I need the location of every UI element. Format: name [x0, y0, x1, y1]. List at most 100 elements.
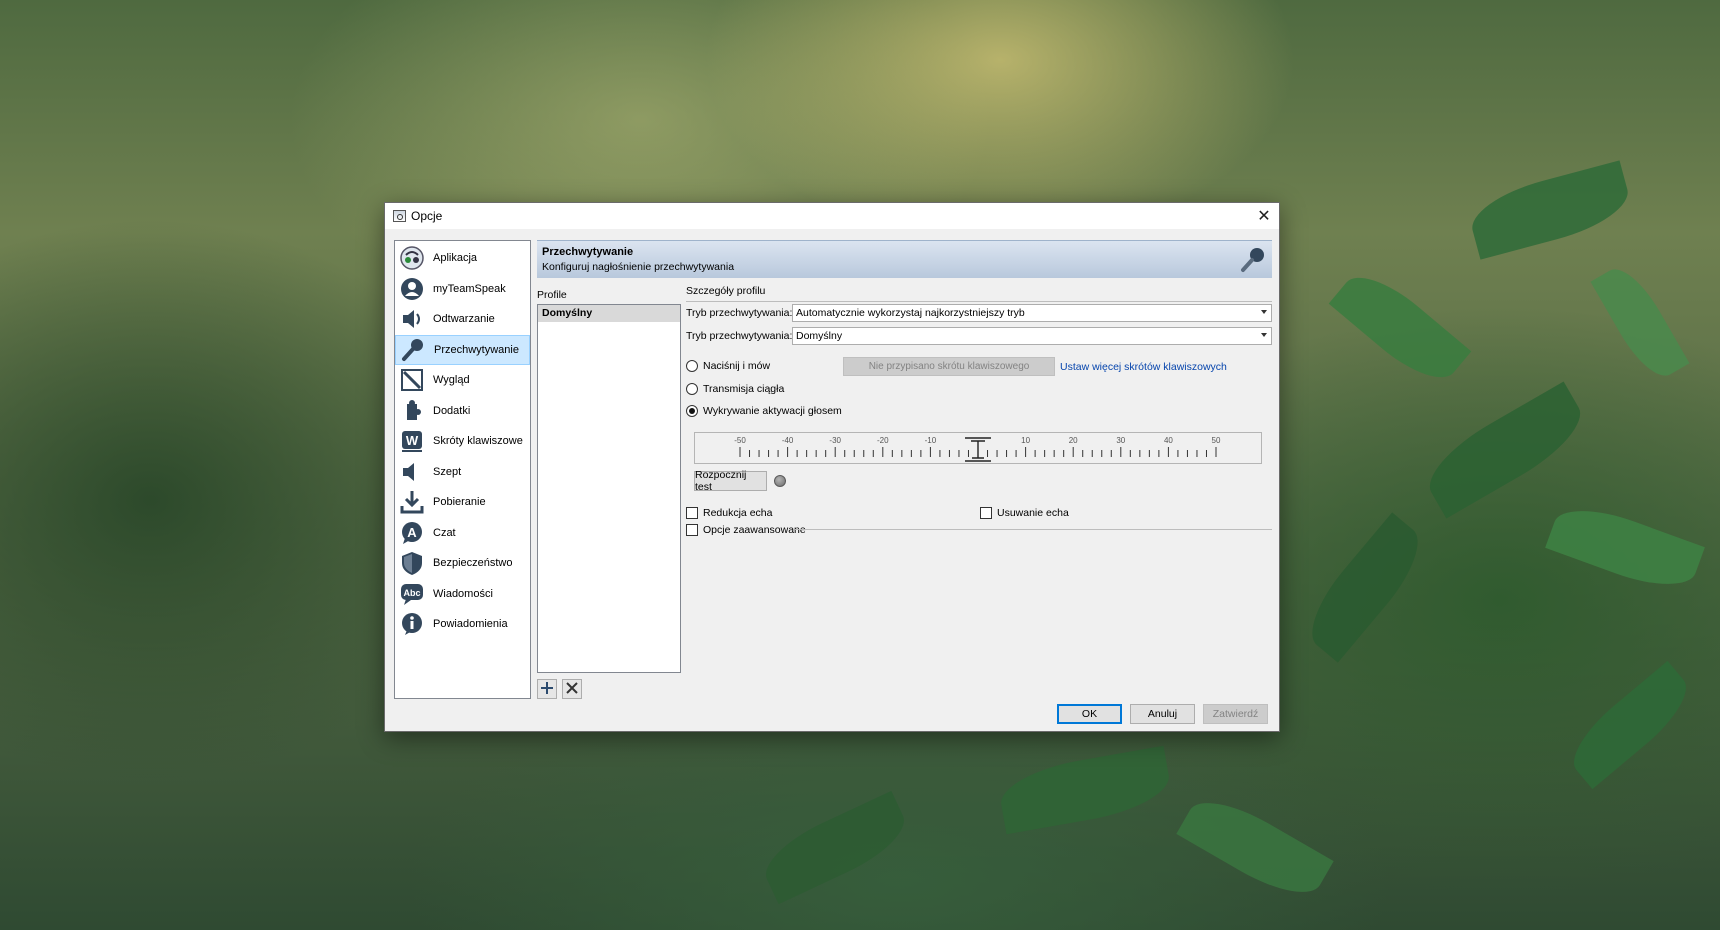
divider [795, 529, 1272, 530]
microphone-icon [1238, 246, 1266, 277]
category-nav: Aplikacja myTeamSpeak Odtwarzanie Przech… [394, 240, 531, 699]
checkbox[interactable] [686, 524, 698, 536]
info-icon [399, 611, 425, 637]
advanced-options-checkbox[interactable]: Opcje zaawansowane [686, 524, 806, 536]
cross-icon [565, 681, 579, 698]
radio-button[interactable] [686, 405, 698, 417]
nav-item-pobieranie[interactable]: Pobieranie [395, 487, 530, 518]
teamspeak-logo-icon [399, 245, 425, 271]
nav-label: Aplikacja [433, 252, 478, 265]
hotkey-icon: W [399, 428, 425, 454]
nav-item-szept[interactable]: Szept [395, 457, 530, 488]
ptt-hotkey-button[interactable]: Nie przypisano skrótu klawiszowego [843, 357, 1055, 376]
advanced-label: Opcje zaawansowane [703, 524, 806, 536]
radio-button[interactable] [686, 360, 698, 372]
shield-icon [399, 550, 425, 576]
nav-label: Odtwarzanie [433, 313, 495, 326]
design-icon [399, 367, 425, 393]
checkbox[interactable] [686, 507, 698, 519]
capture-device-label: Tryb przechwytywania: [686, 330, 793, 342]
vad-scale[interactable]: -50 -40 -30 -20 -10 10 20 30 40 50 [695, 433, 1261, 463]
continuous-radio[interactable]: Transmisja ciągła [686, 383, 784, 395]
radio-button[interactable] [686, 383, 698, 395]
cancel-button[interactable]: Anuluj [1130, 704, 1195, 724]
remove-profile-button[interactable] [562, 679, 582, 699]
nav-label: Przechwytywanie [434, 343, 519, 356]
nav-item-myteamspeak[interactable]: myTeamSpeak [395, 274, 530, 305]
nav-label: Powiadomienia [433, 618, 508, 631]
slider-handle[interactable] [965, 437, 991, 462]
svg-text:W: W [406, 433, 419, 448]
plus-icon [540, 681, 554, 698]
close-icon[interactable]: ✕ [1249, 203, 1279, 229]
capture-mode-select[interactable]: Automatycznie wykorzystaj najkorzystniej… [792, 304, 1272, 322]
profiles-label: Profile [537, 289, 567, 301]
nav-label: Szept [433, 465, 462, 478]
scale-label: 30 [1116, 436, 1125, 445]
ok-button[interactable]: OK [1057, 704, 1122, 724]
vad-threshold-slider[interactable]: -50 -40 -30 -20 -10 10 20 30 40 50 [694, 432, 1262, 464]
whisper-icon [399, 459, 425, 485]
download-icon [399, 489, 425, 515]
nav-label: Dodatki [433, 404, 471, 417]
speaker-icon [399, 306, 425, 332]
page-title: Przechwytywanie [542, 246, 634, 258]
nav-item-wyglad[interactable]: Wygląd [395, 365, 530, 396]
window-title: Opcje [411, 209, 443, 223]
nav-item-przechwytywanie[interactable]: Przechwytywanie [395, 334, 530, 365]
messages-icon: Abc [399, 581, 425, 607]
scale-label: 40 [1164, 436, 1173, 445]
divider [686, 301, 1272, 302]
title-bar: Opcje ✕ [385, 203, 1279, 229]
svg-text:Abc: Abc [403, 588, 420, 598]
user-account-icon [399, 276, 425, 302]
nav-item-bezpieczenstwo[interactable]: Bezpieczeństwo [395, 548, 530, 579]
nav-item-czat[interactable]: A Czat [395, 518, 530, 549]
voice-activity-led [774, 475, 786, 487]
nav-label: myTeamSpeak [433, 282, 506, 295]
details-label: Szczegóły profilu [686, 285, 766, 297]
vad-radio[interactable]: Wykrywanie aktywacji głosem [686, 405, 842, 417]
chat-icon: A [399, 520, 425, 546]
scale-label: 10 [1021, 436, 1030, 445]
ptt-radio[interactable]: Naciśnij i mów [686, 360, 770, 372]
microphone-icon [400, 337, 426, 363]
nav-label: Bezpieczeństwo [433, 557, 513, 570]
nav-label: Czat [433, 526, 456, 539]
nav-item-odtwarzanie[interactable]: Odtwarzanie [395, 304, 530, 335]
capture-mode-label: Tryb przechwytywania: [686, 307, 793, 319]
continuous-label: Transmisja ciągła [703, 383, 785, 395]
svg-text:A: A [407, 525, 417, 540]
ptt-label: Naciśnij i mów [703, 360, 771, 372]
nav-label: Wiadomości [433, 587, 493, 600]
echo-reduction-checkbox[interactable]: Redukcja echa [686, 507, 772, 519]
echo-reduction-label: Redukcja echa [703, 507, 773, 519]
nav-item-powiadomienia[interactable]: Powiadomienia [395, 609, 530, 640]
page-header: Przechwytywanie Konfiguruj nagłośnienie … [537, 240, 1272, 278]
checkbox[interactable] [980, 507, 992, 519]
scale-label: -10 [925, 436, 937, 445]
capture-device-select[interactable]: Domyślny [792, 327, 1272, 345]
capture-mode-value: Automatycznie wykorzystaj najkorzystniej… [796, 307, 1025, 319]
options-dialog: Opcje ✕ Aplikacja myTeamSpeak Odtwarzani… [384, 202, 1280, 732]
apply-button[interactable]: Zatwierdź [1203, 704, 1268, 724]
add-profile-button[interactable] [537, 679, 557, 699]
scale-label: -20 [877, 436, 889, 445]
nav-item-aplikacja[interactable]: Aplikacja [395, 243, 530, 274]
more-hotkeys-link[interactable]: Ustaw więcej skrótów klawiszowych [1060, 361, 1227, 373]
plugin-icon [399, 398, 425, 424]
nav-label: Pobieranie [433, 496, 486, 509]
nav-label: Skróty klawiszowe [433, 435, 523, 448]
echo-cancel-label: Usuwanie echa [997, 507, 1069, 519]
scale-label: 50 [1212, 436, 1221, 445]
page-subtitle: Konfiguruj nagłośnienie przechwytywania [542, 261, 735, 273]
nav-item-skroty[interactable]: W Skróty klawiszowe [395, 426, 530, 457]
chevron-down-icon [1261, 310, 1267, 314]
nav-item-dodatki[interactable]: Dodatki [395, 396, 530, 427]
list-item[interactable]: Domyślny [538, 305, 680, 322]
echo-cancel-checkbox[interactable]: Usuwanie echa [980, 507, 1069, 519]
nav-item-wiadomosci[interactable]: Abc Wiadomości [395, 579, 530, 610]
start-test-button[interactable]: Rozpocznij test [694, 469, 767, 493]
scale-label: -30 [829, 436, 841, 445]
scale-label: 20 [1069, 436, 1078, 445]
